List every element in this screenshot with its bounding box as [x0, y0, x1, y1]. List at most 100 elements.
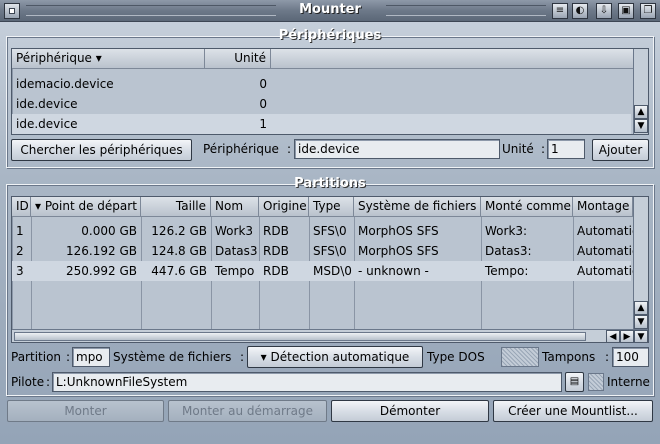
device-field[interactable]: ide.device	[294, 139, 500, 159]
driver-label: Pilote	[11, 375, 45, 389]
partitions-horizontal-scrollbar[interactable]: ◀ ▶ ▼	[12, 329, 648, 342]
partition-origin: RDB	[263, 224, 289, 238]
devices-list[interactable]: Périphérique ▾ Unité idemacio.device 0 i…	[11, 48, 649, 135]
create-mountlist-button[interactable]: Créer une Mountlist...	[493, 400, 653, 422]
partition-mounted-as: Tempo:	[485, 264, 529, 278]
table-row-selected[interactable]: 3 250.992 GB 447.6 GB Tempo RDB MSD\0 - …	[12, 261, 633, 281]
buffers-label: Tampons	[542, 350, 596, 364]
filesystem-label: Système de fichiers	[113, 350, 232, 364]
list-item[interactable]: ide.device 0	[12, 94, 648, 114]
partition-origin: RDB	[263, 264, 289, 278]
column-header-device[interactable]: Périphérique ▾	[12, 49, 205, 69]
partition-field[interactable]: mpo	[72, 347, 110, 367]
scroll-down-icon[interactable]: ▼	[634, 330, 648, 342]
scroll-right-icon[interactable]: ▶	[620, 330, 634, 342]
dostype-label: Type DOS	[427, 350, 485, 364]
scroll-left-icon[interactable]: ◀	[606, 330, 620, 342]
partition-start: 126.192 GB	[66, 244, 137, 258]
partition-start: 0.000 GB	[81, 224, 137, 238]
device-unit: 1	[259, 117, 267, 131]
scroll-up-icon[interactable]: ▲	[634, 105, 648, 119]
device-label: Périphérique	[203, 142, 279, 156]
device-unit: 0	[259, 97, 267, 111]
sort-down-icon: ▾	[95, 51, 102, 65]
partition-type: MSD\0	[313, 264, 352, 278]
partition-colon: :	[66, 350, 71, 364]
device-unit: 0	[259, 77, 267, 91]
partition-mount: Automatic	[577, 264, 633, 278]
scroll-down-icon[interactable]: ▼	[634, 119, 648, 133]
title-groove-right	[386, 5, 546, 16]
internal-checkbox[interactable]	[588, 373, 604, 391]
partition-filesystem: MorphOS SFS	[358, 244, 439, 258]
partition-name: Tempo	[215, 264, 255, 278]
devices-vertical-scrollbar[interactable]: ▲ ▼	[633, 49, 648, 134]
device-name: idemacio.device	[16, 77, 114, 91]
add-button[interactable]: Ajouter	[592, 139, 649, 161]
partitions-list[interactable]: ID ▾ Point de départ Taille Nom Origine …	[11, 196, 649, 343]
scroll-up-icon[interactable]: ▲	[634, 301, 648, 315]
column-header-mount[interactable]: Montage	[573, 197, 633, 217]
column-header-mounted-as[interactable]: Monté comme	[481, 197, 573, 217]
title-bar[interactable]: Mounter ≡ ◐ ⇩ ▣ ❐	[0, 0, 660, 22]
partition-id: 1	[16, 224, 24, 238]
partition-start: 250.992 GB	[66, 264, 137, 278]
unmount-button[interactable]: Démonter	[331, 400, 489, 422]
partition-mount: Automatic	[577, 244, 633, 258]
column-header-origin[interactable]: Origine	[259, 197, 309, 217]
mount-button[interactable]: Monter	[7, 400, 164, 422]
driver-field[interactable]: L:UnknownFileSystem	[52, 372, 562, 392]
unit-colon: :	[541, 142, 546, 156]
column-header-name[interactable]: Nom	[211, 197, 259, 217]
column-header-unit[interactable]: Unité	[205, 49, 271, 69]
devices-group-title: Périphériques	[278, 28, 382, 43]
unit-label: Unité	[502, 142, 534, 156]
column-header-id[interactable]: ID	[12, 197, 31, 217]
column-header-size[interactable]: Taille	[141, 197, 211, 217]
filesystem-dropdown[interactable]: ▾ Détection automatique	[247, 346, 423, 368]
partition-mount: Automatic	[577, 224, 633, 238]
column-header-filesystem[interactable]: Système de fichiers	[354, 197, 481, 217]
scroll-down-icon[interactable]: ▼	[634, 315, 648, 329]
partition-size: 447.6 GB	[151, 264, 207, 278]
unit-field[interactable]: 1	[547, 139, 585, 159]
list-item[interactable]: idemacio.device 0	[12, 74, 648, 94]
device-name: ide.device	[16, 117, 78, 131]
buffers-field[interactable]: 100	[612, 347, 649, 367]
partition-name: Datas3	[215, 244, 258, 258]
column-header-filler	[271, 49, 633, 69]
iconify-icon[interactable]: ≡	[552, 3, 568, 19]
partitions-vertical-scrollbar[interactable]: ▲ ▼	[633, 197, 648, 329]
partition-size: 126.2 GB	[151, 224, 207, 238]
file-picker-icon[interactable]: ▤	[565, 372, 584, 392]
column-header-type[interactable]: Type	[309, 197, 354, 217]
search-devices-button[interactable]: Chercher les périphériques	[11, 139, 192, 161]
partition-type: SFS\0	[313, 244, 347, 258]
device-colon: :	[287, 142, 292, 156]
partition-filesystem: - unknown -	[358, 264, 429, 278]
dostype-field	[501, 347, 539, 367]
partition-filesystem: MorphOS SFS	[358, 224, 439, 238]
snapshot-icon[interactable]: ◐	[572, 3, 588, 19]
zoom-icon[interactable]: ▣	[618, 3, 634, 19]
partition-label: Partition	[11, 350, 62, 364]
column-header-start[interactable]: ▾ Point de départ	[31, 197, 141, 217]
partition-mounted-as: Datas3:	[485, 244, 532, 258]
depth-icon[interactable]: ❐	[640, 3, 656, 19]
filesystem-colon: :	[240, 350, 245, 364]
table-row[interactable]: 2 126.192 GB 124.8 GB Datas3 RDB SFS\0 M…	[12, 241, 633, 261]
table-row[interactable]: 1 0.000 GB 126.2 GB Work3 RDB SFS\0 Morp…	[12, 221, 633, 241]
mount-at-boot-button[interactable]: Monter au démarrage	[168, 400, 327, 422]
horizontal-scroll-knob[interactable]	[14, 332, 586, 341]
driver-colon: :	[46, 375, 51, 389]
partition-type: SFS\0	[313, 224, 347, 238]
list-item-selected[interactable]: ide.device 1	[12, 114, 631, 134]
partition-size: 124.8 GB	[151, 244, 207, 258]
device-name: ide.device	[16, 97, 78, 111]
internal-label: Interne	[607, 375, 650, 389]
sort-down-icon: ▾	[35, 199, 42, 213]
partition-mounted-as: Work3:	[485, 224, 528, 238]
chevron-down-icon: ▾	[260, 350, 267, 364]
buffers-colon: :	[605, 350, 610, 364]
jump-icon[interactable]: ⇩	[596, 3, 612, 19]
